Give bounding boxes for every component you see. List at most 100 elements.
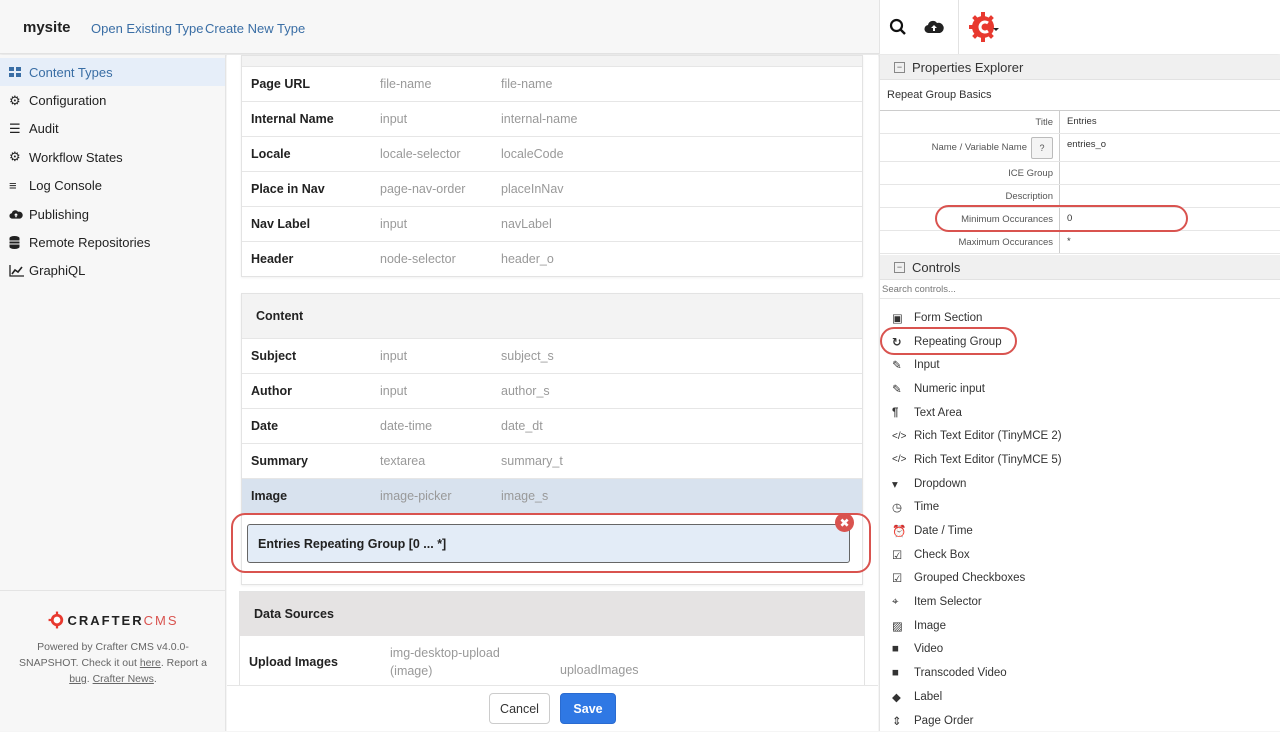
minimum-occurances-highlight: [935, 205, 1188, 232]
divider: [958, 0, 959, 54]
collapse-icon[interactable]: −: [894, 261, 905, 273]
maximum-occurances-field[interactable]: *: [1060, 231, 1280, 253]
cloud-upload-icon: [9, 209, 29, 220]
control-time[interactable]: ◷ Time: [880, 496, 1280, 520]
remove-field-button[interactable]: ✖: [835, 513, 854, 532]
sidebar-item-audit[interactable]: ☰ Audit: [0, 115, 225, 143]
section-title: Data Sources: [240, 592, 864, 636]
control-page-order[interactable]: ⇕ Page Order: [880, 709, 1280, 732]
repeating-group-field[interactable]: Entries Repeating Group [0 ... *]: [247, 524, 850, 563]
control-input[interactable]: ✎ Input: [880, 353, 1280, 377]
collapse-icon[interactable]: −: [894, 61, 905, 73]
here-link[interactable]: here: [140, 657, 161, 669]
field-row[interactable]: Page URL file-name file-name: [242, 66, 862, 101]
crosshairs-icon: ⌖: [892, 595, 899, 608]
checkbox-icon: ☑: [892, 549, 903, 562]
control-rte-tinymce5[interactable]: </> Rich Text Editor (TinyMCE 5): [880, 448, 1280, 472]
question-icon: ?: [1039, 142, 1045, 153]
controls-header[interactable]: − Controls: [880, 255, 1280, 280]
open-existing-type-link[interactable]: Open Existing Type: [91, 21, 204, 36]
control-date-time[interactable]: ⏰ Date / Time: [880, 519, 1280, 543]
control-video[interactable]: ■ Video: [880, 638, 1280, 662]
field-row-selected[interactable]: Image image-picker image_s: [242, 478, 862, 513]
calendar-clock-icon: ⏰: [892, 526, 907, 539]
crafter-logo-menu-icon: [969, 12, 999, 42]
field-row[interactable]: Place in Nav page-nav-order placeInNav: [242, 171, 862, 206]
search-button[interactable]: [880, 0, 916, 54]
sidebar-item-content-types[interactable]: Content Types: [0, 58, 225, 87]
property-row: ICE Group: [880, 162, 1280, 185]
gear-icon: ⚙: [9, 92, 21, 108]
control-numeric-input[interactable]: ✎ Numeric input: [880, 377, 1280, 401]
crafter-menu-button[interactable]: [965, 0, 1005, 54]
properties-panel: − Properties Explorer Repeat Group Basic…: [879, 55, 1280, 731]
paragraph-icon: ¶: [892, 406, 899, 419]
chart-line-icon: [9, 264, 29, 277]
variable-name-field[interactable]: entries_o: [1060, 134, 1280, 161]
crafter-cms-logo: CRAFTERCMS: [0, 611, 226, 629]
control-item-selector[interactable]: ⌖ Item Selector: [880, 590, 1280, 614]
crafter-gear-icon: [48, 611, 63, 629]
create-new-type-link[interactable]: Create New Type: [205, 21, 305, 36]
sidebar-item-remote-repositories[interactable]: Remote Repositories: [0, 228, 225, 256]
field-row[interactable]: Date date-time date_dt: [242, 408, 862, 443]
publish-button[interactable]: [916, 0, 952, 54]
list-icon: ☰: [9, 120, 21, 136]
field-row[interactable]: Locale locale-selector localeCode: [242, 136, 862, 171]
image-icon: ▨: [892, 620, 903, 633]
ice-group-field[interactable]: [1060, 162, 1280, 184]
data-sources-section: Data Sources Upload Images img-desktop-u…: [239, 591, 865, 689]
field-row[interactable]: Nav Label input navLabel: [242, 206, 862, 241]
control-image[interactable]: ▨ Image: [880, 614, 1280, 638]
section-title: Content: [242, 294, 862, 338]
database-icon: [9, 236, 29, 250]
sidebar-item-label: Workflow States: [29, 149, 123, 165]
control-label[interactable]: ◆ Label: [880, 685, 1280, 709]
clock-icon: ◷: [892, 502, 903, 515]
field-row[interactable]: Summary textarea summary_t: [242, 443, 862, 478]
pencil-square-icon: ✎: [892, 383, 902, 396]
logo-cms-text: CMS: [143, 612, 179, 628]
help-button[interactable]: ?: [1031, 136, 1053, 159]
cancel-button[interactable]: Cancel: [489, 693, 550, 724]
control-text-area[interactable]: ¶ Text Area: [880, 401, 1280, 425]
sidebar-item-workflow-states[interactable]: ⚙ Workflow States: [0, 143, 225, 171]
search-controls-input[interactable]: Search controls...: [880, 280, 1280, 299]
properties-explorer-header[interactable]: − Properties Explorer: [880, 55, 1280, 80]
sidebar-item-graphiql[interactable]: GraphiQL: [0, 257, 225, 285]
save-button[interactable]: Save: [560, 693, 616, 724]
property-row: Title Entries: [880, 111, 1280, 134]
form-section-icon: ▣: [892, 312, 903, 325]
field-row[interactable]: Author input author_s: [242, 373, 862, 408]
control-rte-tinymce2[interactable]: </> Rich Text Editor (TinyMCE 2): [880, 424, 1280, 448]
publish-cloud-icon: [924, 20, 944, 34]
bug-link[interactable]: bug: [69, 673, 87, 685]
sidebar-item-label: Log Console: [29, 178, 102, 194]
crafter-news-link[interactable]: Crafter News: [93, 673, 154, 685]
panel-title: Properties Explorer: [912, 59, 1024, 75]
sidebar-item-label: Content Types: [29, 64, 113, 80]
data-source-row[interactable]: Upload Images img-desktop-upload (image) …: [240, 636, 864, 688]
sidebar-item-log-console[interactable]: ≡ Log Console: [0, 172, 225, 200]
checkbox-icon: ☑: [892, 573, 903, 586]
repeating-group-control-highlight: [880, 327, 1017, 355]
control-dropdown[interactable]: ▾ Dropdown: [880, 472, 1280, 496]
field-row[interactable]: Subject input subject_s: [242, 338, 862, 373]
code-icon: </>: [892, 430, 907, 442]
title-field[interactable]: Entries: [1060, 111, 1280, 133]
control-grouped-checkboxes[interactable]: ☑ Grouped Checkboxes: [880, 567, 1280, 591]
field-row[interactable]: Internal Name input internal-name: [242, 101, 862, 136]
sidebar-item-publishing[interactable]: Publishing: [0, 200, 225, 228]
control-check-box[interactable]: ☑ Check Box: [880, 543, 1280, 567]
description-field[interactable]: [1060, 185, 1280, 207]
field-row[interactable]: Header node-selector header_o: [242, 241, 862, 276]
control-transcoded-video[interactable]: ■ Transcoded Video: [880, 661, 1280, 685]
property-row: Name / Variable Name? entries_o: [880, 134, 1280, 162]
video-icon: ■: [892, 643, 899, 656]
sidebar-item-configuration[interactable]: ⚙ Configuration: [0, 86, 225, 114]
site-name[interactable]: mysite: [23, 19, 71, 36]
edit-icon: ✎: [892, 360, 902, 373]
sidebar-item-label: Remote Repositories: [29, 235, 151, 251]
sidebar-item-label: Publishing: [29, 206, 89, 222]
code-icon: </>: [892, 454, 907, 466]
